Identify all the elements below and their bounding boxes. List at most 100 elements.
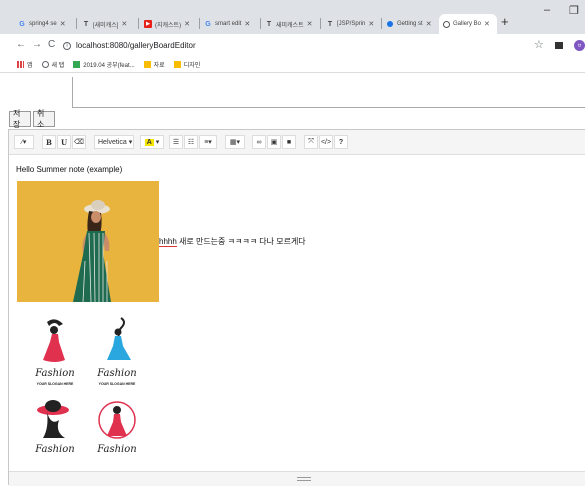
close-icon[interactable]: ✕ bbox=[244, 20, 250, 28]
title-input[interactable] bbox=[72, 77, 585, 108]
fullscreen-button[interactable]: ⤧ bbox=[304, 135, 318, 149]
browser-tab[interactable]: T [JSP/Sprin ✕ bbox=[322, 14, 380, 34]
fashion-woman-blue-dress-icon bbox=[107, 317, 131, 360]
list-ul-icon: ☰ bbox=[172, 139, 180, 146]
close-icon[interactable]: ✕ bbox=[184, 20, 190, 28]
browser-tab[interactable]: Getting st ✕ bbox=[382, 14, 438, 34]
align-icon: ≡▾ bbox=[204, 139, 212, 146]
link-button[interactable]: ∞ bbox=[252, 135, 266, 149]
fashion-logo: Fashion YOUR SLOGAN HERE bbox=[25, 316, 85, 396]
bookmark-study[interactable]: 2019.04 공부(feat... bbox=[73, 60, 135, 69]
font-name-dropdown[interactable]: Helvetica ▾ bbox=[94, 135, 134, 149]
font-name-label: Helvetica bbox=[98, 138, 127, 146]
tab-label: 새미캐스트 bbox=[276, 22, 304, 29]
fashion-woman-circle-icon bbox=[98, 401, 136, 439]
logo-slogan: YOUR SLOGAN HERE bbox=[98, 382, 136, 386]
back-button[interactable]: ← bbox=[16, 39, 26, 50]
browser-tab-active[interactable]: Gallery Bo ✕ bbox=[439, 14, 497, 34]
avatar-initial: ㅂ bbox=[577, 43, 582, 49]
underline-label: U bbox=[60, 137, 68, 147]
codeview-button[interactable]: </> bbox=[319, 135, 333, 149]
bold-label: B bbox=[46, 137, 52, 147]
folder-icon bbox=[173, 60, 181, 68]
extension-icon[interactable] bbox=[555, 42, 563, 49]
info-icon[interactable]: i bbox=[63, 41, 71, 50]
font-color-button[interactable]: A ▾ bbox=[140, 135, 164, 149]
style-dropdown[interactable]: ⁄▾ bbox=[14, 135, 34, 149]
underline-button[interactable]: U bbox=[57, 135, 71, 149]
url-field[interactable]: i localhost:8080/galleryBoardEditor bbox=[63, 38, 523, 53]
youtube-icon: ▶ bbox=[144, 20, 152, 28]
fashion-woman-red-dress-icon bbox=[43, 319, 65, 362]
close-icon[interactable]: ✕ bbox=[60, 20, 66, 28]
bold-button[interactable]: B bbox=[42, 135, 56, 149]
image-icon: ▣ bbox=[270, 139, 278, 146]
bookmarks-bar: 앱 새 탭 2019.04 공부(feat... 자료 디자인 bbox=[0, 56, 585, 73]
restore-button[interactable]: ❐ bbox=[569, 4, 579, 17]
bookmark-label: 앱 bbox=[27, 62, 33, 69]
ordered-list-button[interactable]: ☷ bbox=[184, 135, 198, 149]
summer-photo[interactable] bbox=[17, 181, 159, 302]
bookmark-folder[interactable]: 디자인 bbox=[173, 60, 201, 69]
bookmark-new-tab[interactable]: 새 탭 bbox=[41, 60, 65, 69]
close-icon[interactable]: ✕ bbox=[368, 20, 374, 28]
close-icon[interactable]: ✕ bbox=[121, 20, 127, 28]
tistory-icon: T bbox=[327, 20, 333, 28]
bookmark-apps[interactable]: 앱 bbox=[17, 60, 33, 69]
reload-button[interactable]: C bbox=[48, 39, 55, 50]
close-icon[interactable]: ✕ bbox=[307, 20, 313, 28]
table-dropdown[interactable]: ▦▾ bbox=[225, 135, 245, 149]
code-label: </> bbox=[320, 138, 332, 146]
tistory-icon: T bbox=[83, 20, 89, 28]
close-icon[interactable]: ✕ bbox=[484, 20, 490, 28]
tab-label: Gallery Bo bbox=[453, 21, 482, 27]
fashion-logo: Fashion YOUR SLOGAN HERE bbox=[87, 316, 147, 396]
help-button[interactable]: ? bbox=[334, 135, 348, 149]
forward-button[interactable]: → bbox=[32, 39, 42, 50]
eraser-button[interactable]: ⌫ bbox=[72, 135, 86, 149]
video-icon: ■ bbox=[286, 138, 292, 146]
browser-tab[interactable]: G smart edit ✕ bbox=[200, 14, 258, 34]
paragraph-dropdown[interactable]: ≡▾ bbox=[199, 135, 217, 149]
tab-label: (지캐스트) bbox=[155, 22, 182, 29]
logo-word: Fashion bbox=[35, 368, 75, 379]
browser-tab[interactable]: T [새미캐스] ✕ bbox=[78, 14, 136, 34]
plus-square-icon bbox=[73, 60, 81, 68]
bookmark-folder[interactable]: 자료 bbox=[143, 60, 165, 69]
cancel-button[interactable]: 취소 bbox=[33, 109, 55, 129]
tistory-icon: T bbox=[266, 20, 272, 28]
inline-text-line: hhhh 새로 만드는중 ㅋㅋㅋㅋ 다나 모르게다 bbox=[159, 236, 306, 247]
new-tab-button[interactable]: + bbox=[501, 14, 509, 29]
google-icon: G bbox=[205, 20, 211, 28]
table-icon: ▦▾ bbox=[229, 139, 241, 146]
browser-tab[interactable]: G spring4 se ✕ bbox=[14, 14, 74, 34]
editor-content[interactable]: Hello Summer note (example) hhhh 새로 만드는중… bbox=[9, 156, 585, 471]
save-button[interactable]: 저장 bbox=[9, 109, 31, 129]
bookmark-label: 디자인 bbox=[183, 62, 201, 69]
blue-dot-icon bbox=[386, 20, 394, 28]
fashion-logo: Fashion bbox=[25, 398, 85, 471]
tab-label: Getting st bbox=[397, 21, 423, 27]
minimize-button[interactable]: – bbox=[544, 4, 550, 16]
picture-button[interactable]: ▣ bbox=[267, 135, 281, 149]
magic-wand-icon: ⁄▾ bbox=[21, 139, 27, 146]
address-bar-row: ← → C i localhost:8080/galleryBoardEdito… bbox=[0, 34, 585, 56]
star-icon[interactable]: ☆ bbox=[534, 38, 544, 51]
tab-label: smart edit bbox=[215, 21, 242, 27]
fashion-logos-image[interactable]: Fashion YOUR SLOGAN HERE Fashion YOUR SL… bbox=[17, 316, 159, 471]
misspelled-word: hhhh bbox=[159, 237, 177, 247]
resize-grip-icon[interactable] bbox=[297, 477, 311, 481]
close-icon[interactable]: ✕ bbox=[426, 20, 432, 28]
link-icon: ∞ bbox=[256, 138, 262, 146]
browser-tab[interactable]: ▶ (지캐스트) ✕ bbox=[140, 14, 198, 34]
browser-tab[interactable]: T 새미캐스트 ✕ bbox=[261, 14, 319, 34]
fashion-woman-hat-icon bbox=[37, 400, 69, 438]
editor-resize-bar[interactable] bbox=[9, 471, 585, 486]
bookmark-label: 새 탭 bbox=[51, 62, 65, 69]
tab-label: [JSP/Sprin bbox=[337, 21, 366, 27]
video-button[interactable]: ■ bbox=[282, 135, 296, 149]
logo-word: Fashion bbox=[97, 444, 137, 455]
unordered-list-button[interactable]: ☰ bbox=[169, 135, 183, 149]
avatar[interactable]: ㅂ bbox=[574, 40, 585, 51]
chevron-down-icon: ▾ bbox=[155, 139, 160, 146]
